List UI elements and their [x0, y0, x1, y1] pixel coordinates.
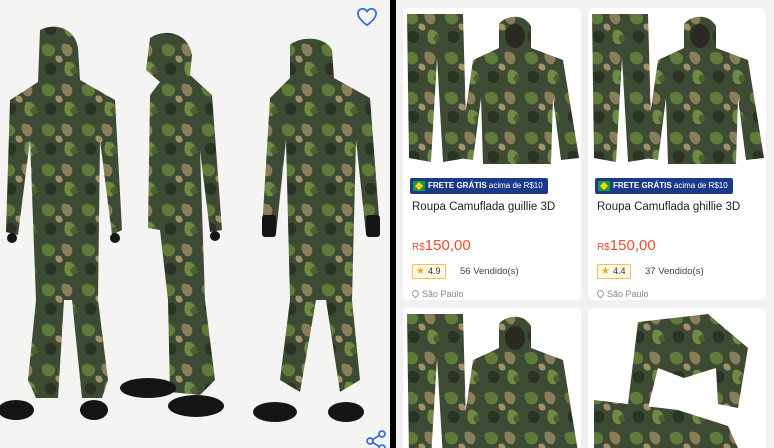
price-value: 150,00 — [424, 237, 471, 254]
product-card[interactable] — [403, 308, 581, 448]
product-title[interactable]: Roupa Camuflada guillie 3D — [412, 201, 555, 213]
product-card[interactable]: FRETE GRÁTIS acima de R$10 Roupa Camufla… — [403, 8, 581, 300]
badge-prefix: FRETE GRÁTIS — [613, 181, 672, 190]
star-icon: ★ — [416, 266, 425, 277]
seller-location: São Paulo — [595, 288, 649, 299]
price-currency: R$ — [412, 242, 425, 253]
product-thumbnail — [588, 8, 766, 168]
sold-count: 37 Vendido(s) — [645, 266, 704, 277]
star-icon: ★ — [601, 266, 610, 277]
heart-icon — [356, 7, 378, 27]
brazil-flag-icon — [413, 181, 425, 191]
product-title[interactable]: Roupa Camuflada ghillie 3D — [597, 201, 740, 213]
rating-value: 4.4 — [613, 266, 626, 276]
camouflage-suit-photo — [0, 26, 380, 422]
product-price: R$150,00 — [597, 237, 656, 254]
rating-value: 4.9 — [428, 266, 441, 276]
share-icon — [366, 430, 386, 448]
rating-badge: ★ 4.4 — [597, 264, 631, 279]
free-shipping-badge: FRETE GRÁTIS acima de R$10 — [595, 178, 733, 194]
badge-prefix: FRETE GRÁTIS — [428, 181, 487, 190]
location-pin-icon — [410, 288, 421, 299]
seller-location: São Paulo — [410, 288, 464, 299]
brazil-flag-icon — [598, 181, 610, 191]
badge-suffix: acima de R$10 — [486, 181, 543, 190]
product-card[interactable]: FRETE GRÁTIS acima de R$10 Roupa Camufla… — [588, 8, 766, 300]
location-text: São Paulo — [607, 289, 649, 299]
rating-badge: ★ 4.9 — [412, 264, 446, 279]
share-button[interactable] — [364, 428, 388, 448]
location-pin-icon — [595, 288, 606, 299]
product-grid: FRETE GRÁTIS acima de R$10 Roupa Camufla… — [396, 0, 774, 448]
product-card[interactable] — [588, 308, 766, 448]
product-thumbnail — [403, 8, 581, 168]
product-thumbnail — [403, 308, 581, 448]
location-text: São Paulo — [422, 289, 464, 299]
product-main-photo[interactable] — [0, 0, 390, 448]
sold-count: 56 Vendido(s) — [460, 266, 519, 277]
product-thumbnail — [588, 308, 766, 448]
badge-suffix: acima de R$10 — [671, 181, 728, 190]
product-price: R$150,00 — [412, 237, 471, 254]
favorite-button[interactable] — [354, 4, 380, 30]
free-shipping-badge: FRETE GRÁTIS acima de R$10 — [410, 178, 548, 194]
price-currency: R$ — [597, 242, 610, 253]
price-value: 150,00 — [609, 237, 656, 254]
